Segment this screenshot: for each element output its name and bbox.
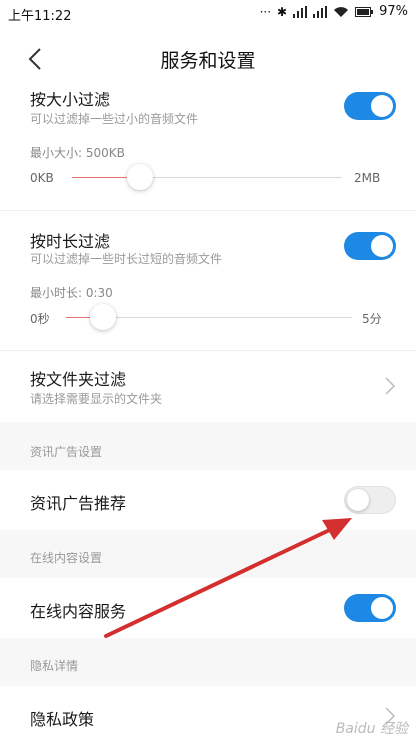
divider: [0, 210, 416, 211]
status-time: 上午11:22: [8, 9, 72, 24]
online-content-title: 在线内容服务: [30, 602, 127, 621]
duration-min-label: 最小时长: 0:30: [30, 286, 113, 300]
ads-section-label: 资讯广告设置: [30, 445, 103, 459]
settings-list[interactable]: 按大小过滤 可以过滤掉一些过小的音频文件 最小大小: 500KB 0KB 2MB…: [0, 92, 416, 744]
chevron-right-icon[interactable]: [384, 376, 396, 396]
page-title: 服务和设置: [160, 50, 256, 72]
battery-percent: 97%: [379, 4, 408, 19]
toggle-knob: [371, 95, 393, 117]
size-filter-subtitle: 可以过滤掉一些过小的音频文件: [30, 112, 199, 126]
size-min-label: 最小大小: 500KB: [30, 146, 125, 160]
signal-icon: [293, 5, 308, 18]
dots-icon: ···: [259, 4, 272, 19]
size-range-min: 0KB: [30, 171, 54, 185]
duration-range-max: 5分: [362, 312, 382, 326]
online-section-header: 在线内容设置: [0, 530, 416, 578]
toggle-knob: [347, 489, 369, 511]
battery-icon: [355, 6, 374, 17]
status-bar: 上午11:22 ··· ✱ 97%: [0, 0, 416, 26]
bluetooth-icon: ✱: [277, 4, 288, 19]
online-content-toggle[interactable]: [344, 594, 396, 622]
folder-filter-subtitle: 请选择需要显示的文件夹: [30, 392, 163, 406]
duration-filter-toggle[interactable]: [344, 232, 396, 260]
privacy-section-header: 隐私详情: [0, 638, 416, 686]
toggle-knob: [371, 235, 393, 257]
online-section-label: 在线内容设置: [30, 551, 103, 565]
ads-recommend-toggle[interactable]: [344, 486, 396, 514]
app-header: 服务和设置: [0, 26, 416, 92]
size-range-max: 2MB: [354, 171, 381, 185]
wifi-icon: [334, 6, 349, 17]
duration-filter-subtitle: 可以过滤掉一些时长过短的音频文件: [30, 252, 223, 266]
toggle-knob: [371, 597, 393, 619]
privacy-policy-title[interactable]: 隐私政策: [30, 706, 94, 730]
signal-icon-2: [313, 5, 328, 18]
duration-filter-title: 按时长过滤: [30, 232, 111, 251]
ads-recommend-title: 资讯广告推荐: [30, 494, 127, 513]
folder-filter-title[interactable]: 按文件夹过滤: [30, 366, 126, 390]
watermark-logo: Baidu 经验: [335, 721, 408, 737]
status-icons: ··· ✱ 97%: [260, 4, 408, 19]
size-slider-thumb[interactable]: [126, 164, 153, 190]
size-filter-toggle[interactable]: [344, 92, 396, 120]
duration-range-min: 0秒: [30, 312, 50, 326]
privacy-section-label: 隐私详情: [30, 659, 79, 673]
size-filter-title: 按大小过滤: [30, 92, 111, 109]
ads-section-header: 资讯广告设置: [0, 422, 416, 470]
divider: [0, 350, 416, 351]
duration-slider-thumb[interactable]: [90, 304, 117, 330]
